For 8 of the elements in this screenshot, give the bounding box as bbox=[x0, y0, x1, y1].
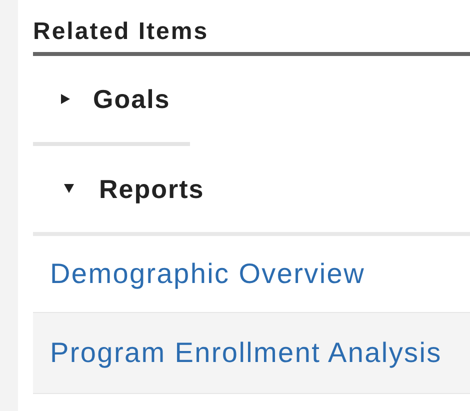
report-link[interactable]: Program Enrollment Analysis bbox=[50, 337, 442, 369]
panel-title: Related Items bbox=[33, 18, 470, 56]
caret-icon[interactable] bbox=[61, 184, 77, 194]
section-header[interactable]: Reports bbox=[99, 174, 204, 204]
report-link[interactable]: Demographic Overview bbox=[50, 258, 365, 290]
section-header[interactable]: Goals bbox=[93, 84, 170, 114]
report-item[interactable]: Program Enrollment Analysis bbox=[33, 313, 470, 394]
caret-icon[interactable] bbox=[61, 92, 71, 106]
